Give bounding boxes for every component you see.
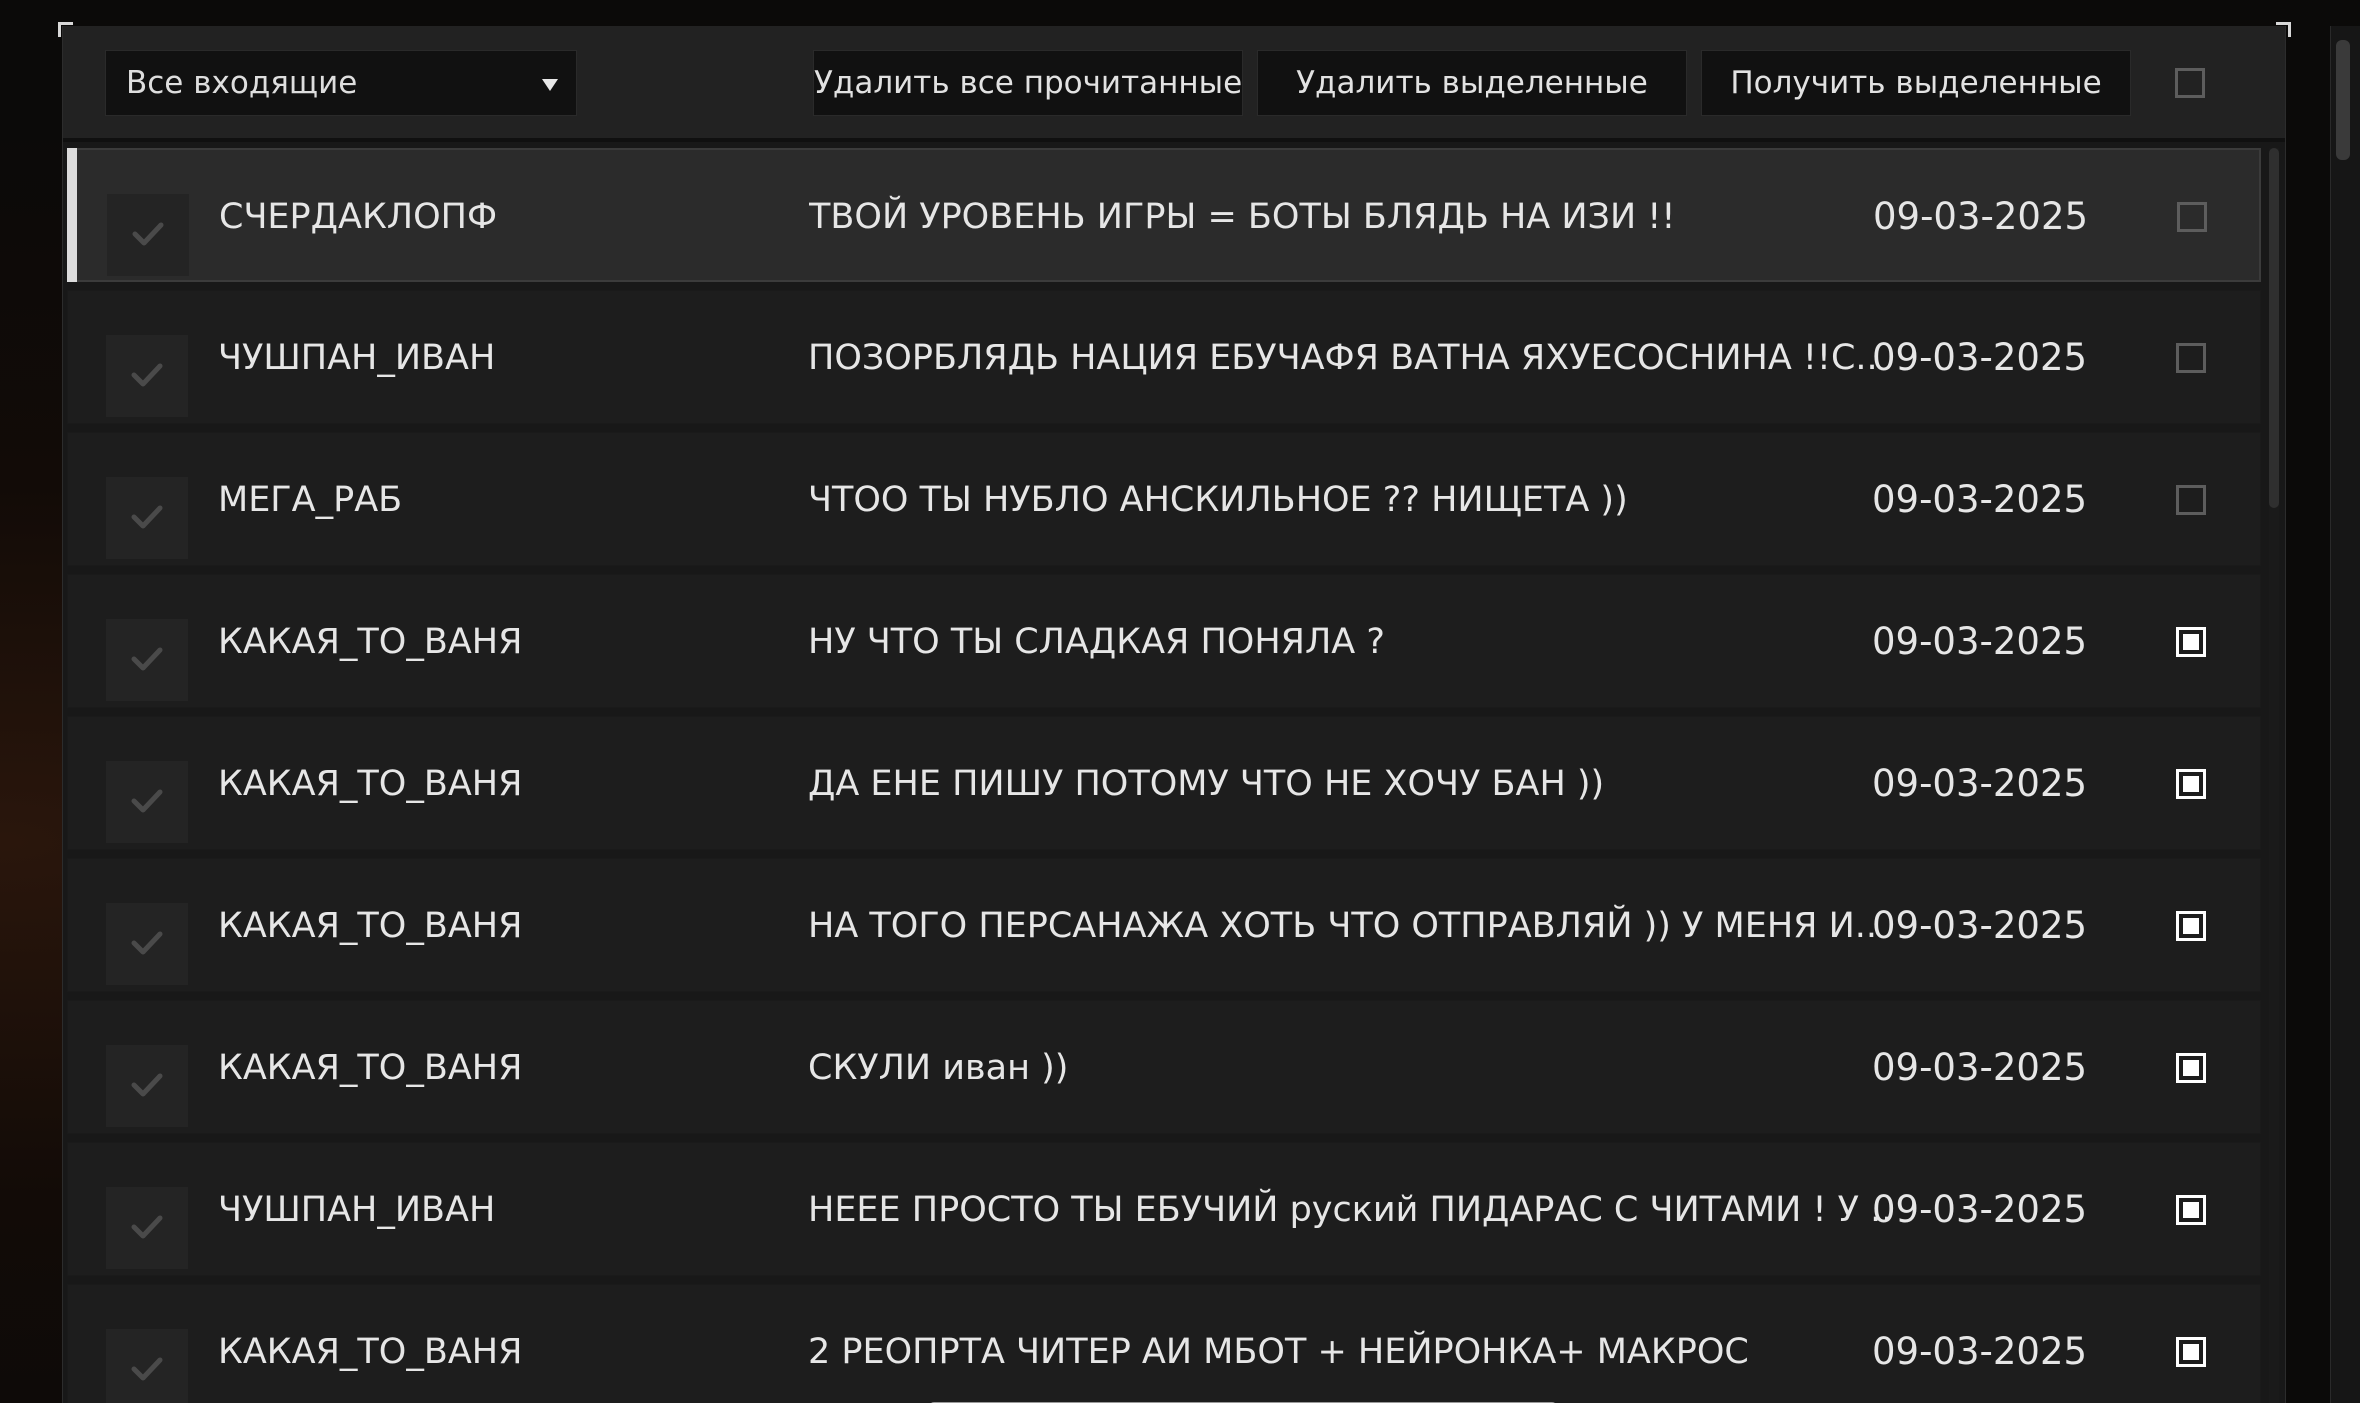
read-status-icon xyxy=(106,477,188,559)
message-subject: 2 РЕОПРТА ЧИТЕР АИ МБОТ + НЕЙРОНКА+ МАКР… xyxy=(808,1332,1749,1372)
message-row[interactable]: КАКАЯ_ТО_ВАНЯ НУ ЧТО ТЫ СЛАДКАЯ ПОНЯЛА ? 0… xyxy=(67,574,2261,708)
checkmark-icon xyxy=(132,222,164,246)
message-select-checkbox[interactable] xyxy=(2176,1337,2206,1367)
message-sender: КАКАЯ_ТО_ВАНЯ xyxy=(218,906,523,946)
mail-panel: Все входящие Удалить все прочитанные Уда… xyxy=(62,26,2286,1403)
message-row[interactable]: ЧУШПАН_ИВАН НЕЕЕ ПРОСТО ТЫ ЕБУЧИЙ руский … xyxy=(67,1142,2261,1276)
message-date: 09-03-2025 xyxy=(1872,336,2088,379)
message-subject: СКУЛИ иван )) xyxy=(808,1048,1069,1088)
chevron-down-icon xyxy=(542,79,558,91)
message-subject: ДА ЕНЕ ПИШУ ПОТОМУ ЧТО НЕ ХОЧУ БАН )) xyxy=(808,764,1605,804)
message-sender: КАКАЯ_ТО_ВАНЯ xyxy=(218,764,523,804)
inbox-filter-select[interactable]: Все входящие xyxy=(105,50,577,116)
mail-toolbar: Все входящие Удалить все прочитанные Уда… xyxy=(63,26,2285,142)
checkmark-icon xyxy=(131,363,163,387)
message-sender: МЕГА_РАБ xyxy=(218,480,403,520)
side-panel-scrollbar-thumb[interactable] xyxy=(2336,40,2350,160)
message-select-checkbox[interactable] xyxy=(2176,911,2206,941)
message-select-checkbox[interactable] xyxy=(2176,343,2206,373)
checkmark-icon xyxy=(131,647,163,671)
read-status-icon xyxy=(106,619,188,701)
read-status-icon xyxy=(106,1045,188,1127)
read-status-icon xyxy=(106,335,188,417)
message-row[interactable]: КАКАЯ_ТО_ВАНЯ ДА ЕНЕ ПИШУ ПОТОМУ ЧТО НЕ Х… xyxy=(67,716,2261,850)
message-select-checkbox[interactable] xyxy=(2176,769,2206,799)
message-subject: ЧТОО ТЫ НУБЛО АНСКИЛЬНОЕ ?? НИЩЕТА )) xyxy=(808,480,1628,520)
message-row[interactable]: МЕГА_РАБ ЧТОО ТЫ НУБЛО АНСКИЛЬНОЕ ?? НИЩЕ… xyxy=(67,432,2261,566)
get-selected-button[interactable]: Получить выделенные xyxy=(1701,50,2131,116)
message-sender: КАКАЯ_ТО_ВАНЯ xyxy=(218,1048,523,1088)
message-subject: НЕЕЕ ПРОСТО ТЫ ЕБУЧИЙ руский ПИДАРАС С Ч… xyxy=(808,1190,1893,1230)
read-status-icon xyxy=(107,194,189,276)
message-date: 09-03-2025 xyxy=(1872,762,2088,805)
message-row[interactable]: КАКАЯ_ТО_ВАНЯ 2 РЕОПРТА ЧИТЕР АИ МБОТ + Н… xyxy=(67,1284,2261,1403)
checkmark-icon xyxy=(131,789,163,813)
read-status-icon xyxy=(106,1187,188,1269)
message-date: 09-03-2025 xyxy=(1872,620,2088,663)
message-date: 09-03-2025 xyxy=(1872,478,2088,521)
message-subject: НУ ЧТО ТЫ СЛАДКАЯ ПОНЯЛА ? xyxy=(808,622,1385,662)
read-status-icon xyxy=(106,1329,188,1403)
message-row[interactable]: СЧЕРДАКЛОПФ ТВОЙ УРОВЕНЬ ИГРЫ = БОТЫ БЛЯД… xyxy=(67,148,2261,282)
message-subject: ТВОЙ УРОВЕНЬ ИГРЫ = БОТЫ БЛЯДЬ НА ИЗИ !! xyxy=(809,197,1676,237)
message-subject: НА ТОГО ПЕРСАНАЖА ХОТЬ ЧТО ОТПРАВЛЯЙ )) … xyxy=(808,906,1878,946)
message-select-checkbox[interactable] xyxy=(2177,202,2207,232)
select-all-checkbox[interactable] xyxy=(2175,68,2205,98)
message-sender: ЧУШПАН_ИВАН xyxy=(218,338,496,378)
message-date: 09-03-2025 xyxy=(1872,1330,2088,1373)
message-date: 09-03-2025 xyxy=(1872,904,2088,947)
vertical-scrollbar-thumb[interactable] xyxy=(2269,148,2279,508)
message-sender: СЧЕРДАКЛОПФ xyxy=(219,197,498,237)
message-date: 09-03-2025 xyxy=(1873,195,2089,238)
read-status-icon xyxy=(106,903,188,985)
message-date: 09-03-2025 xyxy=(1872,1188,2088,1231)
delete-all-read-button[interactable]: Удалить все прочитанные xyxy=(813,50,1243,116)
delete-selected-button[interactable]: Удалить выделенные xyxy=(1257,50,1687,116)
message-sender: КАКАЯ_ТО_ВАНЯ xyxy=(218,622,523,662)
active-row-indicator xyxy=(67,148,77,282)
side-panel-edge xyxy=(2330,26,2360,1403)
message-list: СЧЕРДАКЛОПФ ТВОЙ УРОВЕНЬ ИГРЫ = БОТЫ БЛЯД… xyxy=(63,148,2263,1403)
game-screen: Все входящие Удалить все прочитанные Уда… xyxy=(0,0,2360,1403)
message-select-checkbox[interactable] xyxy=(2176,1053,2206,1083)
message-sender: ЧУШПАН_ИВАН xyxy=(218,1190,496,1230)
message-select-checkbox[interactable] xyxy=(2176,627,2206,657)
message-row[interactable]: ЧУШПАН_ИВАН ПОЗОРБЛЯДЬ НАЦИЯ ЕБУЧАФЯ ВАТН… xyxy=(67,290,2261,424)
checkmark-icon xyxy=(131,1073,163,1097)
message-row[interactable]: КАКАЯ_ТО_ВАНЯ СКУЛИ иван )) 09-03-2025 xyxy=(67,1000,2261,1134)
read-status-icon xyxy=(106,761,188,843)
checkmark-icon xyxy=(131,505,163,529)
message-row[interactable]: КАКАЯ_ТО_ВАНЯ НА ТОГО ПЕРСАНАЖА ХОТЬ ЧТО … xyxy=(67,858,2261,992)
inbox-filter-value: Все входящие xyxy=(126,65,358,101)
message-select-checkbox[interactable] xyxy=(2176,485,2206,515)
checkmark-icon xyxy=(131,931,163,955)
checkmark-icon xyxy=(131,1357,163,1381)
message-select-checkbox[interactable] xyxy=(2176,1195,2206,1225)
message-sender: КАКАЯ_ТО_ВАНЯ xyxy=(218,1332,523,1372)
message-date: 09-03-2025 xyxy=(1872,1046,2088,1089)
checkmark-icon xyxy=(131,1215,163,1239)
message-subject: ПОЗОРБЛЯДЬ НАЦИЯ ЕБУЧАФЯ ВАТНА ЯХУЕСОСНИ… xyxy=(808,338,1878,378)
